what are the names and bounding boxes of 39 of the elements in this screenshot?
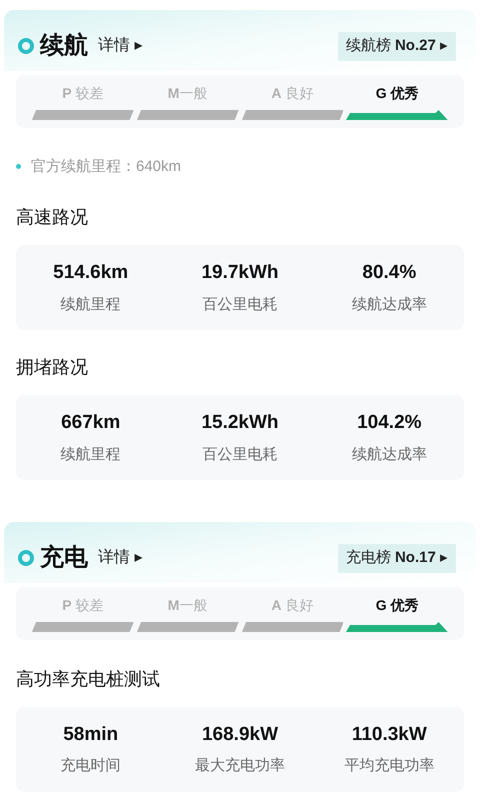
grade-label: G 优秀 [374, 84, 420, 102]
ring-icon [18, 550, 34, 566]
stat-value: 514.6km [53, 261, 128, 285]
stat-label: 续航里程 [60, 444, 121, 464]
ranking-badge[interactable]: 续航榜 No.27 ▸ [338, 32, 456, 60]
group-title: 拥堵路况 [15, 356, 89, 379]
stat-value: 110.3kW [352, 722, 427, 746]
stat-value: 58min [63, 722, 118, 746]
stat-value: 19.7kWh [201, 261, 279, 285]
stat-label: 百公里电耗 [202, 294, 278, 314]
grade-label: M一般 [166, 84, 208, 102]
stat-label: 续航达成率 [352, 444, 427, 464]
grade-label: P 较差 [61, 84, 104, 102]
ring-icon [18, 38, 34, 54]
stat-value: 168.9kW [202, 722, 278, 746]
stat-label: 续航达成率 [352, 294, 427, 314]
stat-label: 最大充电功率 [194, 756, 285, 776]
stat-value: 104.2% [357, 411, 422, 435]
stat-label: 平均充电功率 [344, 756, 434, 776]
section-title: 充电 [40, 546, 88, 570]
group-title: 高功率充电桩测试 [15, 668, 161, 690]
details-link[interactable]: 详情 ▸ [98, 546, 142, 570]
section-title: 续航 [40, 34, 88, 58]
grade-label: A 良好 [270, 596, 314, 614]
range-note: 官方续航里程：640km [31, 156, 182, 176]
details-link[interactable]: 详情 ▸ [98, 34, 142, 58]
stat-label: 充电时间 [60, 756, 121, 776]
stat-value: 667km [61, 411, 120, 435]
stat-value: 15.2kWh [201, 411, 279, 435]
grade-label: A 良好 [270, 84, 314, 102]
grade-label: P 较差 [61, 596, 104, 614]
grade-label: G 优秀 [374, 596, 420, 614]
grade-label: M一般 [166, 596, 208, 614]
ranking-badge[interactable]: 充电榜 No.17 ▸ [338, 544, 456, 572]
stat-value: 80.4% [362, 261, 416, 285]
group-title: 高速路况 [15, 206, 89, 229]
stat-label: 续航里程 [60, 294, 121, 314]
bullet-icon [16, 164, 21, 170]
stat-label: 百公里电耗 [202, 444, 278, 464]
